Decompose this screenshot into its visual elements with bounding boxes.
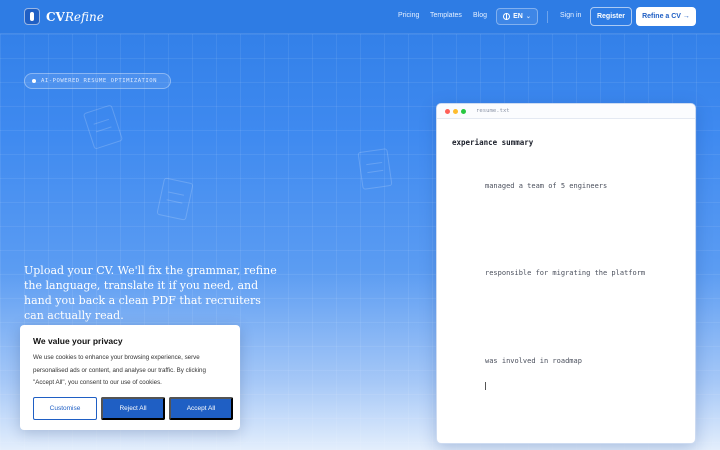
logo[interactable]: CVRefine — [24, 8, 104, 25]
hero-description: Upload your CV. We'll fix the grammar, r… — [24, 264, 277, 322]
window-close-dot — [445, 108, 450, 114]
nav-link-blog[interactable]: Blog — [473, 12, 487, 19]
editor-line: managed a team of 5 engineers — [485, 182, 608, 190]
badge-dot-icon — [32, 79, 36, 83]
logo-text: CVRefine — [46, 9, 104, 24]
reject-all-button[interactable]: Reject All — [101, 397, 165, 420]
chevron-down-icon: ⌄ — [525, 14, 531, 20]
editor-titlebar: resume.txt — [437, 104, 695, 119]
cookie-text: We use cookies to enhance your browsing … — [33, 354, 206, 386]
editor-heading: experiance summary — [452, 138, 534, 147]
nav-link-pricing[interactable]: Pricing — [398, 12, 419, 19]
document-outline-icon — [357, 148, 393, 190]
cookie-actions: Customise Reject All Accept All — [33, 397, 233, 420]
logo-icon — [24, 8, 40, 25]
window-maximize-dot — [461, 108, 466, 114]
nav-divider — [547, 11, 548, 23]
signin-link[interactable]: Sign in — [560, 12, 581, 19]
top-nav: CVRefine Pricing Templates Blog EN ⌄ Sig… — [0, 0, 720, 34]
editor-filename: resume.txt — [476, 108, 510, 114]
nav-link-templates[interactable]: Templates — [430, 12, 462, 19]
cookie-title: We value your privacy — [33, 336, 123, 346]
language-label: EN — [513, 13, 523, 20]
editor-line: responsible for migrating the platform — [485, 269, 646, 277]
globe-icon — [503, 13, 511, 20]
badge-label: AI-POWERED RESUME OPTIMIZATION — [41, 78, 158, 84]
resume-editor[interactable]: resume.txt experiance summary managed a … — [436, 103, 696, 444]
text-cursor — [485, 382, 486, 390]
accept-all-button[interactable]: Accept All — [169, 397, 233, 420]
refine-cv-button[interactable]: Refine a CV → — [636, 7, 696, 26]
window-minimize-dot — [453, 108, 458, 114]
customise-button[interactable]: Customise — [33, 397, 97, 420]
document-outline-icon — [156, 177, 194, 221]
document-outline-icon — [82, 104, 124, 150]
ai-badge: AI-POWERED RESUME OPTIMIZATION — [24, 73, 171, 89]
register-button[interactable]: Register — [590, 7, 632, 26]
cookie-banner: We value your privacy We use cookies to … — [20, 325, 240, 430]
editor-line: was involved in roadmap — [485, 357, 582, 365]
language-selector[interactable]: EN ⌄ — [496, 8, 538, 25]
